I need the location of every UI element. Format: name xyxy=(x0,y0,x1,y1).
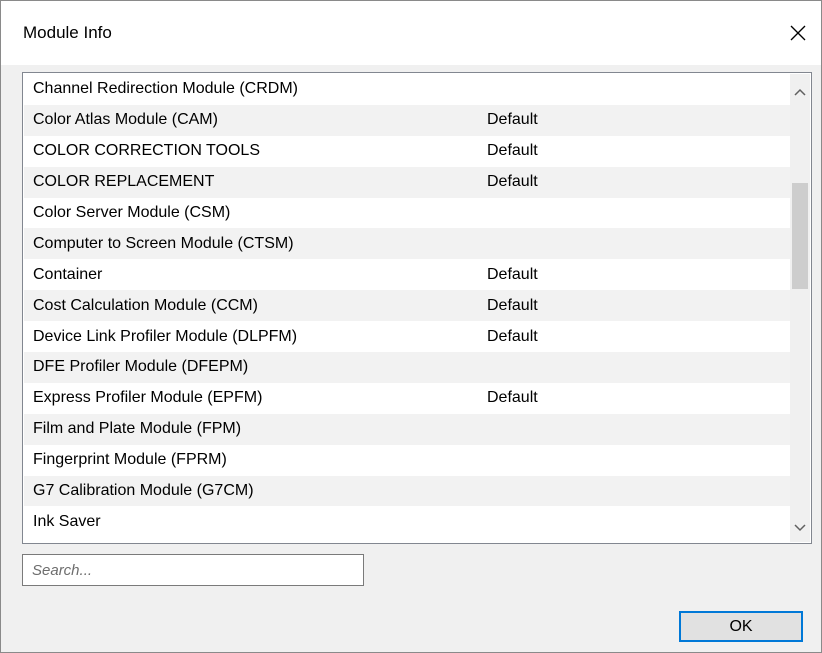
list-item[interactable]: Ink Saver xyxy=(24,506,790,537)
list-item[interactable]: Container Default xyxy=(24,259,790,290)
module-name: Film and Plate Module (FPM) xyxy=(33,420,242,438)
module-status: Default xyxy=(487,296,538,314)
module-name: Color Server Module (CSM) xyxy=(33,204,231,221)
list-item[interactable]: Computer to Screen Module (CTSM) xyxy=(24,228,790,260)
module-status: Default xyxy=(487,173,538,191)
list-item[interactable]: Cost Calculation Module (CCM) Default xyxy=(24,290,790,322)
module-name: DFE Profiler Module (DFEPM) xyxy=(33,358,249,376)
list-item[interactable]: G7 Calibration Module (G7CM) xyxy=(24,475,790,507)
module-list[interactable]: Channel Redirection Module (CRDM) Color A… xyxy=(22,72,812,544)
list-item[interactable]: COLOR CORRECTION TOOLS Default xyxy=(24,136,790,167)
scroll-down-button[interactable] xyxy=(790,518,810,538)
module-status: Default xyxy=(487,389,538,407)
scroll-up-button[interactable] xyxy=(790,82,810,102)
list-item[interactable]: Color Atlas Module (CAM) Default xyxy=(24,104,790,136)
list-item[interactable]: Fingerprint Module (FPRM) xyxy=(24,445,790,476)
module-name: COLOR CORRECTION TOOLS xyxy=(33,142,260,160)
module-name: Container xyxy=(33,265,103,283)
module-list-rows: Channel Redirection Module (CRDM) Color A… xyxy=(24,74,790,542)
module-info-dialog: Module Info Channel Redirection Module (… xyxy=(0,0,822,653)
chevron-up-icon xyxy=(794,83,806,101)
module-name: Cost Calculation Module (CCM) xyxy=(33,296,258,314)
chevron-down-icon xyxy=(794,519,806,537)
search-input[interactable] xyxy=(23,555,363,585)
vertical-scrollbar[interactable] xyxy=(790,74,810,542)
module-status: Default xyxy=(487,327,538,345)
close-icon xyxy=(789,24,807,42)
list-item[interactable]: Channel Redirection Module (CRDM) xyxy=(24,74,790,105)
module-name: Channel Redirection Module (CRDM) xyxy=(33,80,298,98)
module-name: Express Profiler Module (EPFM) xyxy=(33,389,263,407)
list-item[interactable]: DFE Profiler Module (DFEPM) xyxy=(24,352,790,383)
list-item[interactable]: Express Profiler Module (EPFM) Default xyxy=(24,383,790,414)
module-name: Ink Saver xyxy=(33,512,101,530)
module-name: G7 Calibration Module (G7CM) xyxy=(33,482,254,500)
module-name: COLOR REPLACEMENT xyxy=(33,173,215,191)
ok-button[interactable]: OK xyxy=(679,611,803,642)
close-button[interactable] xyxy=(775,1,821,65)
list-item[interactable]: Film and Plate Module (FPM) xyxy=(24,413,790,445)
title-bar: Module Info xyxy=(1,1,821,65)
list-item[interactable]: COLOR REPLACEMENT Default xyxy=(24,166,790,198)
list-item[interactable]: Color Server Module (CSM) xyxy=(24,198,790,229)
module-status: Default xyxy=(487,265,538,283)
scroll-thumb[interactable] xyxy=(792,183,808,289)
module-name: Fingerprint Module (FPRM) xyxy=(33,451,227,469)
module-status: Default xyxy=(487,111,538,129)
window-title: Module Info xyxy=(23,23,112,42)
search-field xyxy=(22,554,364,586)
module-name: Computer to Screen Module (CTSM) xyxy=(33,234,294,252)
module-status: Default xyxy=(487,142,538,160)
module-name: Device Link Profiler Module (DLPFM) xyxy=(33,327,298,345)
list-item[interactable]: Device Link Profiler Module (DLPFM) Defau… xyxy=(24,321,790,352)
module-name: Color Atlas Module (CAM) xyxy=(33,111,218,129)
